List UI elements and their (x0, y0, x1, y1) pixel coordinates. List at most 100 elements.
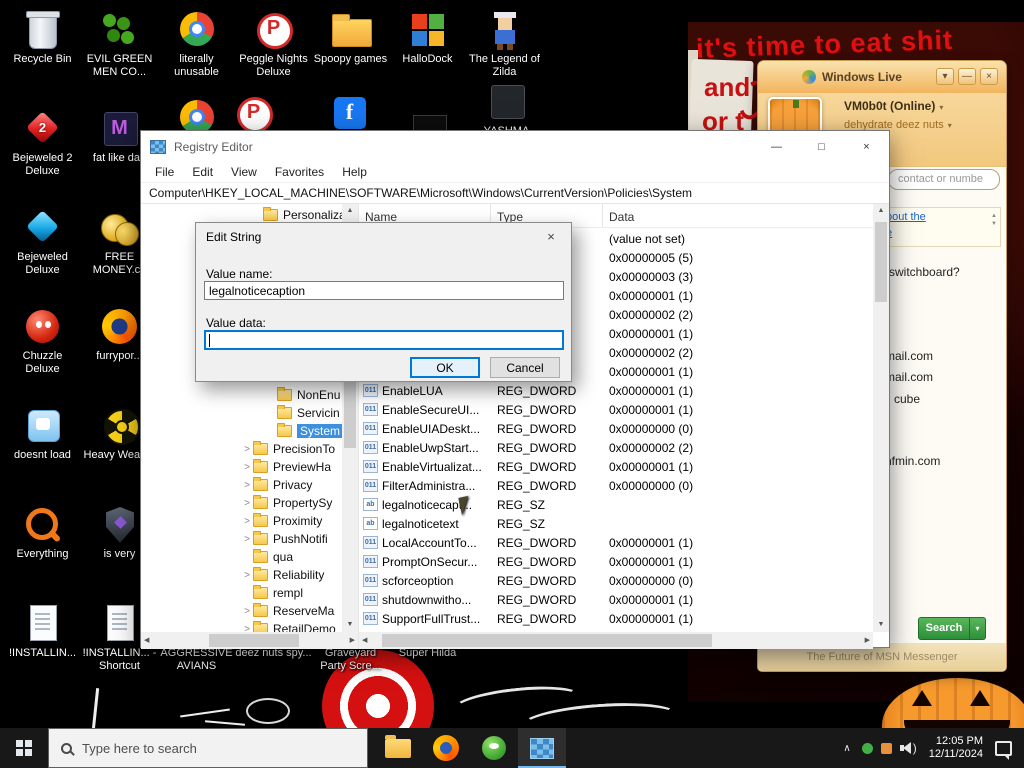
dialog-close-button[interactable]: × (541, 229, 561, 244)
ad-link[interactable]: bout the (886, 211, 1000, 224)
desktop-icon-chuzzle-deluxe[interactable]: Chuzzle Deluxe (4, 305, 81, 376)
contact-search-field[interactable]: contact or numbe (888, 169, 1000, 190)
tree-item-system[interactable]: System (141, 422, 342, 440)
registry-row-scforceoption[interactable]: scforceoption REG_DWORD 0x00000000 (0) (359, 571, 873, 590)
scroll-down-icon[interactable]: ▼ (878, 618, 885, 632)
desktop-icon-spoopy-games[interactable]: Spoopy games (312, 8, 389, 66)
tray-chevron-icon[interactable]: ∧ (840, 743, 853, 754)
expand-icon[interactable]: > (241, 480, 253, 491)
search-input[interactable] (82, 740, 332, 756)
messenger-titlebar[interactable]: Windows Live ▾ — × (758, 61, 1006, 93)
address-bar[interactable]: Computer\HKEY_LOCAL_MACHINE\SOFTWARE\Mic… (141, 183, 889, 204)
registry-row-enablesecureui[interactable]: EnableSecureUI... REG_DWORD 0x00000001 (1) (359, 400, 873, 419)
menu-view[interactable]: View (222, 165, 266, 179)
desktop-icon-peggle-nights-deluxe[interactable]: Peggle Nights Deluxe (235, 8, 312, 79)
scroll-down-icon[interactable]: ▼ (991, 220, 997, 228)
menu-favorites[interactable]: Favorites (266, 165, 333, 179)
scrollbar-thumb[interactable] (209, 634, 300, 647)
scroll-right-icon[interactable]: ▶ (350, 634, 355, 648)
desktop-icon-bejeweled-2-deluxe[interactable]: Bejeweled 2 Deluxe (4, 107, 81, 178)
desktop-icon-installin[interactable]: !INSTALLIN... (4, 602, 81, 660)
taskbar-clock[interactable]: 12:05 PM 12/11/2024 (925, 735, 987, 761)
desktop-icon-literally-unusable[interactable]: literally unusable (158, 8, 235, 79)
scroll-right-icon[interactable]: ▶ (865, 634, 870, 648)
scroll-up-icon[interactable]: ▲ (878, 204, 885, 218)
taskbar-search[interactable] (48, 728, 368, 768)
tree-item-precisionto[interactable]: > PrecisionTo (141, 440, 342, 458)
tray-green-icon[interactable] (861, 742, 873, 754)
tree-item-previewha[interactable]: > PreviewHa (141, 458, 342, 476)
tree-horizontal-scrollbar[interactable]: ◀ ▶ (141, 632, 358, 649)
registry-row-supportfulltrust[interactable]: SupportFullTrust... REG_DWORD 0x00000001 (… (359, 609, 873, 628)
list-vertical-scrollbar[interactable]: ▲ ▼ (873, 204, 889, 632)
messenger-taskbar-button[interactable] (470, 728, 518, 768)
registry-taskbar-button[interactable] (518, 728, 566, 768)
expand-icon[interactable]: > (241, 606, 253, 617)
menu-help[interactable]: Help (333, 165, 376, 179)
expand-icon[interactable]: > (241, 570, 253, 581)
expand-icon[interactable]: > (241, 516, 253, 527)
desktop-icon-doesnt-load[interactable]: doesnt load (4, 404, 81, 462)
messenger-menu-button[interactable]: ▾ (936, 68, 954, 85)
menu-file[interactable]: File (146, 165, 183, 179)
registry-row-localaccountto[interactable]: LocalAccountTo... REG_DWORD 0x00000001 (1) (359, 533, 873, 552)
tree-item-rempl[interactable]: rempl (141, 584, 342, 602)
messenger-minimize-button[interactable]: — (958, 68, 976, 85)
dialog-titlebar[interactable]: Edit String (196, 223, 571, 251)
tree-item-propertysy[interactable]: > PropertySy (141, 494, 342, 512)
expand-icon[interactable]: > (241, 534, 253, 545)
tree-item-proximity[interactable]: > Proximity (141, 512, 342, 530)
desktop-icon-recycle-bin[interactable]: Recycle Bin (4, 8, 81, 66)
desktop-icon-evil-green-men-co[interactable]: EVIL GREEN MEN CO... (81, 8, 158, 79)
scrollbar-thumb[interactable] (382, 634, 713, 647)
registry-row-legalnoticecapt[interactable]: legalnoticecapt...REG_SZ (359, 495, 873, 514)
tree-item-qua[interactable]: qua (141, 548, 342, 566)
value-data-input[interactable] (204, 330, 564, 350)
volume-icon[interactable]: ) (899, 741, 917, 755)
tree-item-nonenu[interactable]: NonEnu (141, 386, 342, 404)
desktop-icon-everything[interactable]: Everything (4, 503, 81, 561)
column-header-data[interactable]: Data (603, 204, 889, 227)
value-name-input[interactable] (204, 281, 564, 300)
registry-row-shutdownwitho[interactable]: shutdownwitho... REG_DWORD 0x00000001 (1) (359, 590, 873, 609)
messenger-close-button[interactable]: × (980, 68, 998, 85)
desktop-icon-hallodock[interactable]: HalloDock (389, 8, 466, 66)
expand-icon[interactable]: > (241, 498, 253, 509)
desktop-icon-bejeweled-deluxe[interactable]: Bejeweled Deluxe (4, 206, 81, 277)
expand-icon[interactable]: > (241, 444, 253, 455)
tree-item-privacy[interactable]: > Privacy (141, 476, 342, 494)
maximize-button[interactable]: □ (799, 131, 844, 162)
registry-row-enableuwpstart[interactable]: EnableUwpStart... REG_DWORD 0x00000002 (2) (359, 438, 873, 457)
registry-row-legalnoticetext[interactable]: legalnoticetext REG_SZ (359, 514, 873, 533)
scroll-up-icon[interactable]: ▲ (347, 204, 354, 218)
registry-row-filteradministra[interactable]: FilterAdministra... REG_DWORD 0x00000000 (… (359, 476, 873, 495)
scroll-up-icon[interactable]: ▲ (991, 212, 997, 220)
tree-item-servicin[interactable]: Servicin (141, 404, 342, 422)
tree-item-reliability[interactable]: > Reliability (141, 566, 342, 584)
action-center-icon[interactable] (995, 740, 1012, 760)
user-name[interactable]: VM0b0t (Online) ▾ (844, 99, 943, 113)
scrollbar-thumb[interactable] (875, 222, 887, 302)
cancel-button[interactable]: Cancel (490, 357, 560, 378)
close-button[interactable]: × (844, 131, 889, 162)
folder-taskbar-button[interactable] (374, 728, 422, 768)
registry-titlebar[interactable]: Registry Editor — □ × (141, 131, 889, 162)
menu-edit[interactable]: Edit (183, 165, 222, 179)
tree-item-reservema[interactable]: > ReserveMa (141, 602, 342, 620)
scroll-down-icon[interactable]: ▼ (347, 618, 354, 632)
start-button[interactable] (0, 728, 48, 768)
ad-link[interactable]: e (886, 227, 1000, 240)
list-horizontal-scrollbar[interactable]: ◀ ▶ (359, 632, 873, 649)
expand-icon[interactable]: > (241, 462, 253, 473)
ok-button[interactable]: OK (410, 357, 480, 378)
registry-row-promptonsecur[interactable]: PromptOnSecur... REG_DWORD 0x00000001 (1) (359, 552, 873, 571)
registry-row-enablelua[interactable]: EnableLUA REG_DWORD 0x00000001 (1) (359, 381, 873, 400)
tray-orange-icon[interactable] (880, 742, 892, 754)
chevron-down-icon[interactable]: ▾ (970, 617, 986, 640)
desktop-icon-the-legend-of-zilda[interactable]: The Legend of Zilda (466, 8, 543, 79)
firefox-taskbar-button[interactable] (422, 728, 470, 768)
messenger-search-button[interactable]: Search ▾ (918, 617, 986, 640)
tree-item-pushnotifi[interactable]: > PushNotifi (141, 530, 342, 548)
registry-row-enablevirtualizat[interactable]: EnableVirtualizat... REG_DWORD 0x00000001 … (359, 457, 873, 476)
registry-row-enableuiadeskt[interactable]: EnableUIADeskt... REG_DWORD 0x00000000 (0) (359, 419, 873, 438)
